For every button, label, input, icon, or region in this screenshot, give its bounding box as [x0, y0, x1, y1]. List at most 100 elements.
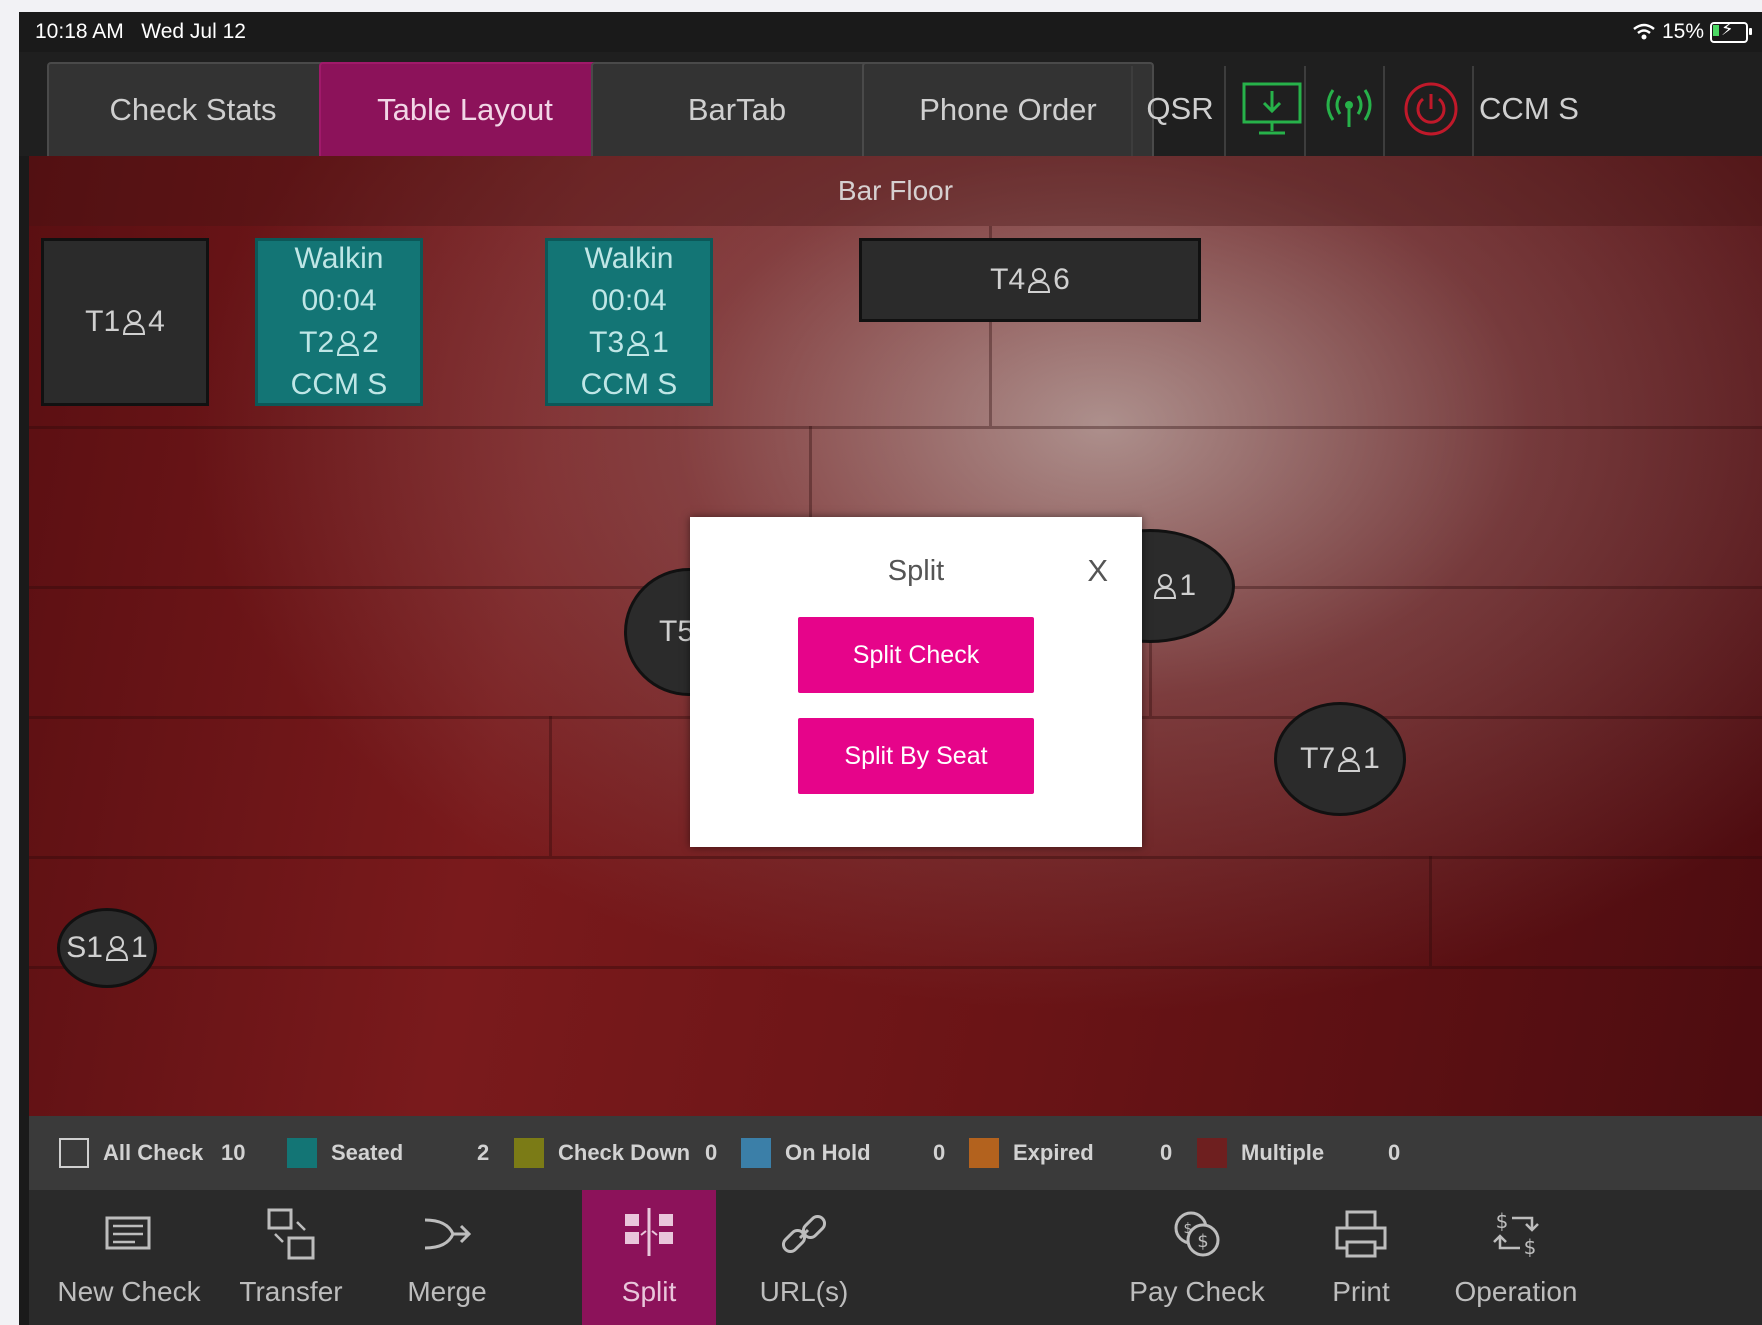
- print-button[interactable]: Print: [1301, 1190, 1421, 1325]
- legend-expired: Expired: [969, 1116, 1094, 1190]
- dialog-title: Split: [887, 555, 945, 587]
- tab-table-layout[interactable]: Table Layout: [319, 62, 611, 156]
- tab-check-stats[interactable]: Check Stats: [47, 62, 339, 156]
- legend-label: On Hold: [785, 1140, 871, 1165]
- nav-divider: [1304, 66, 1306, 156]
- check-down-swatch: [514, 1138, 544, 1168]
- battery-icon: ⚡: [1710, 19, 1752, 43]
- new-check-icon: [105, 1216, 151, 1250]
- link-icon: [781, 1214, 827, 1254]
- table-label: S1 1: [66, 931, 147, 965]
- tool-label: New Check: [57, 1276, 201, 1307]
- nav-divider: [1472, 66, 1474, 156]
- table-t4[interactable]: T4 6: [859, 238, 1201, 322]
- person-icon: [1028, 268, 1051, 293]
- table-server: CCM S: [290, 368, 388, 401]
- broadcast-icon: [1326, 89, 1372, 127]
- new-check-button[interactable]: New Check: [49, 1190, 209, 1325]
- table-guests: 1: [652, 326, 669, 359]
- split-button[interactable]: Split: [582, 1190, 716, 1325]
- status-bar: 10:18 AM Wed Jul 12 15% ⚡: [19, 12, 1762, 52]
- legend-label: Expired: [1013, 1140, 1094, 1165]
- tab-bartab[interactable]: BarTab: [591, 62, 883, 156]
- floor-plank-line: [29, 966, 1762, 969]
- person-icon: [337, 331, 360, 356]
- transfer-icon: [267, 1208, 315, 1260]
- legend-on-hold: On Hold: [741, 1116, 871, 1190]
- legend-count: 0: [933, 1140, 946, 1165]
- table-label: T3 1: [589, 322, 669, 364]
- tool-label: Split: [621, 1276, 677, 1307]
- merge-button[interactable]: Merge: [377, 1190, 517, 1325]
- legend-label: Seated: [331, 1140, 404, 1165]
- svg-text:$: $: [1184, 1221, 1193, 1237]
- power-button[interactable]: [1389, 62, 1473, 156]
- table-t1[interactable]: T1 4: [41, 238, 209, 406]
- tablet-screen: 10:18 AM Wed Jul 12 15% ⚡ Check Stats Ta…: [19, 12, 1762, 1325]
- table-label: T7 1: [1300, 742, 1380, 776]
- floor-plank-line: [29, 856, 1762, 859]
- transfer-button[interactable]: Transfer: [221, 1190, 361, 1325]
- broadcast-button[interactable]: [1309, 62, 1389, 156]
- on-hold-swatch: [741, 1138, 771, 1168]
- tool-label: Pay Check: [1129, 1276, 1265, 1307]
- table-label: T2 2: [299, 322, 379, 364]
- table-party: Walkin: [294, 242, 384, 275]
- floor-plank-line: [1429, 856, 1432, 966]
- table-name: T3: [589, 326, 625, 359]
- table-guests: 1: [1179, 569, 1196, 602]
- table-name: T4: [990, 263, 1026, 296]
- table-guests: 1: [1363, 742, 1380, 775]
- seated-swatch: [287, 1138, 317, 1168]
- user-name[interactable]: CCM S: [1479, 62, 1579, 156]
- pay-check-button[interactable]: $ $ Pay Check: [1117, 1190, 1277, 1325]
- monitor-download-icon: [1242, 82, 1302, 135]
- urls-button[interactable]: URL(s): [729, 1190, 879, 1325]
- tab-phone-order[interactable]: Phone Order: [862, 62, 1154, 156]
- legend-multiple: Multiple: [1197, 1116, 1324, 1190]
- table-t3[interactable]: Walkin 00:04 T3 1 CCM S: [545, 238, 713, 406]
- table-guests: 1: [131, 931, 148, 964]
- table-label: T1 4: [85, 305, 165, 339]
- legend-count: 0: [705, 1140, 718, 1165]
- wifi-icon: [1633, 23, 1655, 40]
- table-t2[interactable]: Walkin 00:04 T2 2 CCM S: [255, 238, 423, 406]
- legend-check-down: Check Down: [514, 1116, 690, 1190]
- split-by-seat-button[interactable]: Split By Seat: [798, 718, 1034, 794]
- table-t7[interactable]: T7 1: [1274, 702, 1406, 816]
- tool-label: Transfer: [239, 1276, 343, 1307]
- table-server: CCM S: [580, 368, 678, 401]
- person-icon: [123, 310, 146, 335]
- table-label: T4 6: [990, 263, 1070, 297]
- legend-label: Check Down: [558, 1140, 691, 1165]
- table-s1[interactable]: S1 1: [57, 908, 157, 988]
- nav-divider: [1131, 66, 1133, 156]
- table-name: T7: [1300, 742, 1336, 775]
- person-icon: [627, 331, 650, 356]
- qsr-button[interactable]: QSR: [1137, 62, 1223, 156]
- split-check-button[interactable]: Split Check: [798, 617, 1034, 693]
- table-party: Walkin: [584, 242, 674, 275]
- table-timer: 00:04: [591, 284, 667, 317]
- person-icon: [105, 936, 129, 961]
- table-name: T5: [659, 615, 695, 648]
- printer-icon: [1335, 1210, 1387, 1258]
- legend-all-check[interactable]: All Check: [59, 1116, 203, 1190]
- legend-count: 0: [1388, 1140, 1401, 1165]
- tool-label: URL(s): [759, 1276, 849, 1307]
- legend-seated: Seated: [287, 1116, 403, 1190]
- multiple-swatch: [1197, 1138, 1227, 1168]
- table-timer: 00:04: [301, 284, 377, 317]
- coins-icon: $$: [1174, 1211, 1220, 1257]
- status-time: 10:18 AM: [35, 20, 124, 43]
- operation-button[interactable]: $ $ Operation: [1431, 1190, 1601, 1325]
- legend-count: 10: [221, 1140, 246, 1165]
- top-navigation: Check Stats Table Layout BarTab Phone Or…: [19, 52, 1762, 156]
- status-time-date: 10:18 AM Wed Jul 12: [35, 20, 246, 44]
- status-right: 15% ⚡: [1632, 19, 1752, 44]
- close-button[interactable]: X: [1087, 553, 1108, 589]
- table-label: 1: [1153, 569, 1196, 603]
- legend-label: Multiple: [1241, 1140, 1325, 1165]
- all-check-checkbox[interactable]: [59, 1138, 89, 1168]
- monitor-download-button[interactable]: [1229, 62, 1315, 156]
